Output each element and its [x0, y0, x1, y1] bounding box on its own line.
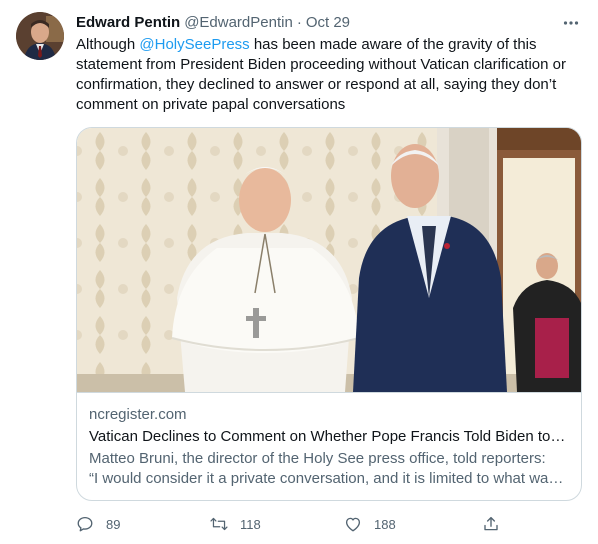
author-name[interactable]: Edward Pentin — [76, 13, 180, 33]
like-count: 188 — [374, 516, 396, 532]
author-avatar[interactable] — [16, 12, 64, 60]
card-image — [77, 128, 581, 392]
link-card[interactable]: ncregister.com Vatican Declines to Comme… — [76, 127, 582, 501]
card-body: ncregister.com Vatican Declines to Comme… — [77, 392, 581, 489]
more-dots-icon[interactable] — [560, 12, 582, 34]
reply-button[interactable]: 89 — [76, 510, 120, 538]
reply-icon — [76, 515, 94, 533]
reply-count: 89 — [106, 516, 121, 532]
action-bar: 89 118 188 — [76, 510, 498, 538]
heart-icon — [344, 515, 362, 533]
author-handle[interactable]: @EdwardPentin — [184, 13, 293, 33]
card-title: Vatican Declines to Comment on Whether P… — [89, 428, 569, 445]
share-button[interactable] — [482, 510, 512, 538]
card-description-line2: “I would consider it a private conversat… — [89, 470, 569, 487]
share-icon — [482, 515, 500, 533]
tweet-timestamp[interactable]: Oct 29 — [306, 13, 350, 33]
retweet-icon — [210, 515, 228, 533]
avatar-image — [16, 12, 64, 60]
header-separator: · — [296, 14, 302, 31]
like-button[interactable]: 188 — [344, 510, 396, 538]
tweet-text: Although @HolySeePress has been made awa… — [76, 35, 574, 115]
retweet-count: 118 — [240, 516, 261, 532]
retweet-button[interactable]: 118 — [210, 510, 261, 538]
card-description-line1: Matteo Bruni, the director of the Holy S… — [89, 450, 546, 467]
mention-link[interactable]: @HolySeePress — [139, 36, 249, 53]
tweet-header: Edward Pentin @EdwardPentin · Oct 29 — [76, 12, 582, 34]
card-domain: ncregister.com — [89, 406, 187, 423]
tweet-text-before: Although — [76, 36, 140, 53]
tweet-content: Edward Pentin @EdwardPentin · Oct 29 Alt… — [76, 12, 582, 501]
tweet[interactable]: Edward Pentin @EdwardPentin · Oct 29 Alt… — [0, 0, 598, 544]
card-description: Matteo Bruni, the director of the Holy S… — [89, 449, 569, 489]
